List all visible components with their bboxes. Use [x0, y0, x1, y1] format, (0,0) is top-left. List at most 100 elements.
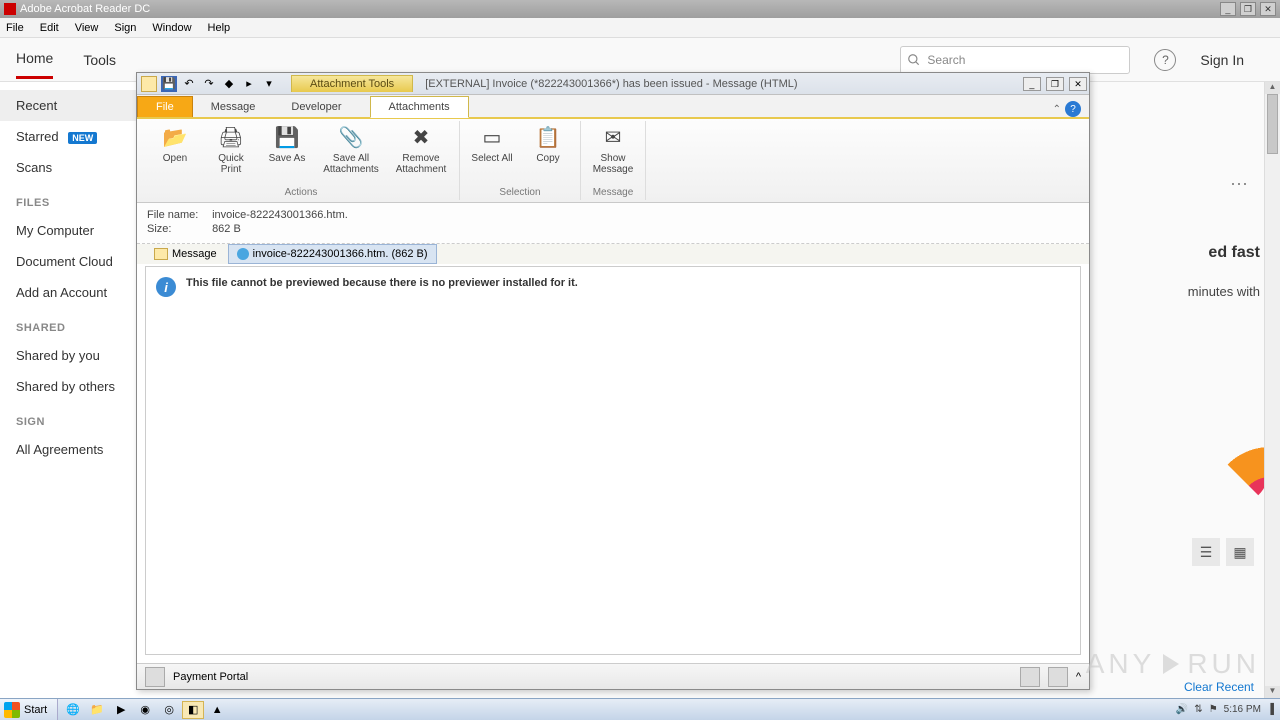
attachment-preview-pane: i This file cannot be previewed because … [145, 266, 1081, 655]
tab2-attachment[interactable]: invoice-822243001366.htm. (862 B) [228, 244, 437, 264]
ribbon-group-message: Message [589, 185, 637, 200]
taskbar-acrobat-icon[interactable]: ▲ [206, 701, 228, 719]
filesize-value: 862 B [212, 223, 241, 235]
ribbon-tab-developer[interactable]: Developer [273, 97, 359, 117]
start-button[interactable]: Start [0, 699, 58, 720]
sender-avatar-icon [145, 667, 165, 687]
menu-help[interactable]: Help [208, 22, 231, 34]
promo-graphic-icon [1190, 427, 1270, 507]
show-message-icon: ✉ [597, 123, 629, 151]
tray-showdesktop[interactable]: ▐ [1267, 704, 1274, 715]
clear-recent-link[interactable]: Clear Recent [1184, 680, 1254, 694]
scroll-thumb[interactable] [1267, 94, 1278, 154]
menu-view[interactable]: View [75, 22, 99, 34]
tray-flag-icon[interactable]: ⚑ [1209, 704, 1218, 715]
ribbon-tab-file[interactable]: File [137, 96, 193, 117]
windows-logo-icon [4, 702, 20, 718]
qat-dropdown-icon[interactable]: ▾ [261, 76, 277, 92]
ol-minimize-button[interactable]: _ [1023, 77, 1041, 91]
next-icon[interactable]: ▸ [241, 76, 257, 92]
folder-open-icon: 📂 [159, 123, 191, 151]
info-icon: i [156, 277, 176, 297]
tray-volume-icon[interactable]: 🔊 [1176, 704, 1188, 715]
scroll-up-icon[interactable]: ▲ [1265, 82, 1280, 94]
acrobat-menubar: File Edit View Sign Window Help [0, 18, 1280, 38]
ribbon-open-button[interactable]: 📂Open [151, 123, 199, 164]
ribbon-copy-button[interactable]: 📋Copy [524, 123, 572, 164]
more-icon[interactable]: ⋯ [1230, 174, 1250, 195]
message-tab-icon [154, 248, 168, 260]
people-pane-icon-2[interactable] [1048, 667, 1068, 687]
attachment-tabs: Message invoice-822243001366.htm. (862 B… [137, 244, 1089, 264]
mail-icon[interactable] [141, 76, 157, 92]
ribbon-saveall-button[interactable]: 📎Save All Attachments [319, 123, 383, 175]
tab-home[interactable]: Home [16, 40, 53, 79]
outlook-window-title: [EXTERNAL] Invoice (*822243001366*) has … [413, 78, 1023, 90]
maximize-button[interactable]: ❐ [1240, 2, 1256, 16]
ol-close-button[interactable]: ✕ [1069, 77, 1087, 91]
search-icon [907, 53, 921, 67]
outlook-window: 💾 ↶ ↷ ◆ ▸ ▾ Attachment Tools [EXTERNAL] … [136, 72, 1090, 690]
redo-icon[interactable]: ↷ [201, 76, 217, 92]
ribbon-quickprint-button[interactable]: 🖨Quick Print [207, 123, 255, 175]
search-input[interactable]: Search [900, 46, 1130, 74]
people-pane-icon[interactable] [1020, 667, 1040, 687]
tab2-message[interactable]: Message [145, 244, 226, 264]
help-icon[interactable]: ? [1065, 101, 1081, 117]
html-file-icon [237, 248, 249, 260]
taskbar-chrome-icon[interactable]: ◉ [134, 701, 156, 719]
new-badge: NEW [68, 132, 97, 144]
tray-clock[interactable]: 5:16 PM [1224, 704, 1261, 715]
ribbon-saveas-button[interactable]: 💾Save As [263, 123, 311, 164]
save-as-icon: 💾 [271, 123, 303, 151]
search-placeholder: Search [927, 53, 965, 67]
undo-icon[interactable]: ↶ [181, 76, 197, 92]
outlook-titlebar[interactable]: 💾 ↶ ↷ ◆ ▸ ▾ Attachment Tools [EXTERNAL] … [137, 73, 1089, 95]
close-button[interactable]: ✕ [1260, 2, 1276, 16]
ribbon-tab-attachments[interactable]: Attachments [370, 96, 469, 118]
ribbon-collapse-icon[interactable]: ⌃ [1053, 104, 1061, 115]
help-icon[interactable]: ? [1154, 49, 1176, 71]
signin-link[interactable]: Sign In [1200, 52, 1244, 68]
sender-name: Payment Portal [173, 671, 248, 683]
taskbar-media-icon[interactable]: ▶ [110, 701, 132, 719]
acrobat-logo-icon [4, 3, 16, 15]
tray-network-icon[interactable]: ⇅ [1194, 704, 1202, 715]
start-label: Start [24, 704, 47, 716]
vertical-scrollbar[interactable]: ▲ ▼ [1264, 82, 1280, 698]
scroll-down-icon[interactable]: ▼ [1265, 686, 1280, 698]
select-all-icon: ▭ [476, 123, 508, 151]
prev-icon[interactable]: ◆ [221, 76, 237, 92]
sidebar-starred-label: Starred [16, 129, 59, 144]
menu-sign[interactable]: Sign [114, 22, 136, 34]
ribbon-tab-message[interactable]: Message [193, 97, 274, 117]
acrobat-window-controls: _ ❐ ✕ [1219, 2, 1276, 16]
people-pane-toggle-icon[interactable]: ^ [1076, 671, 1081, 683]
ol-maximize-button[interactable]: ❐ [1046, 77, 1064, 91]
promo-heading-fragment: ed fast [1208, 244, 1260, 262]
printer-icon: 🖨 [215, 123, 247, 151]
promo-text-fragment: minutes with [1188, 284, 1260, 299]
menu-edit[interactable]: Edit [40, 22, 59, 34]
ribbon-remove-button[interactable]: ✖Remove Attachment [391, 123, 451, 175]
filesize-label: Size: [147, 223, 209, 235]
tab-tools[interactable]: Tools [83, 42, 116, 78]
save-icon[interactable]: 💾 [161, 76, 177, 92]
taskbar-ie-icon[interactable]: 🌐 [62, 701, 84, 719]
taskbar-explorer-icon[interactable]: 📁 [86, 701, 108, 719]
taskbar-outlook-icon[interactable]: ◧ [182, 701, 204, 719]
minimize-button[interactable]: _ [1220, 2, 1236, 16]
grid-view-icon[interactable]: ▦ [1226, 538, 1254, 566]
list-view-icon[interactable]: ☰ [1192, 538, 1220, 566]
taskbar-edge-icon[interactable]: ◎ [158, 701, 180, 719]
menu-window[interactable]: Window [152, 22, 191, 34]
acrobat-titlebar: Adobe Acrobat Reader DC _ ❐ ✕ [0, 0, 1280, 18]
menu-file[interactable]: File [6, 22, 24, 34]
system-tray: 🔊 ⇅ ⚑ 5:16 PM ▐ [1170, 704, 1280, 715]
ribbon-group-selection: Selection [468, 185, 572, 200]
outlook-ribbon: 📂Open 🖨Quick Print 💾Save As 📎Save All At… [137, 119, 1089, 203]
outlook-statusbar: Payment Portal ^ [137, 663, 1089, 689]
ribbon-selectall-button[interactable]: ▭Select All [468, 123, 516, 164]
attachment-tools-label: Attachment Tools [291, 75, 413, 92]
ribbon-showmessage-button[interactable]: ✉Show Message [589, 123, 637, 175]
